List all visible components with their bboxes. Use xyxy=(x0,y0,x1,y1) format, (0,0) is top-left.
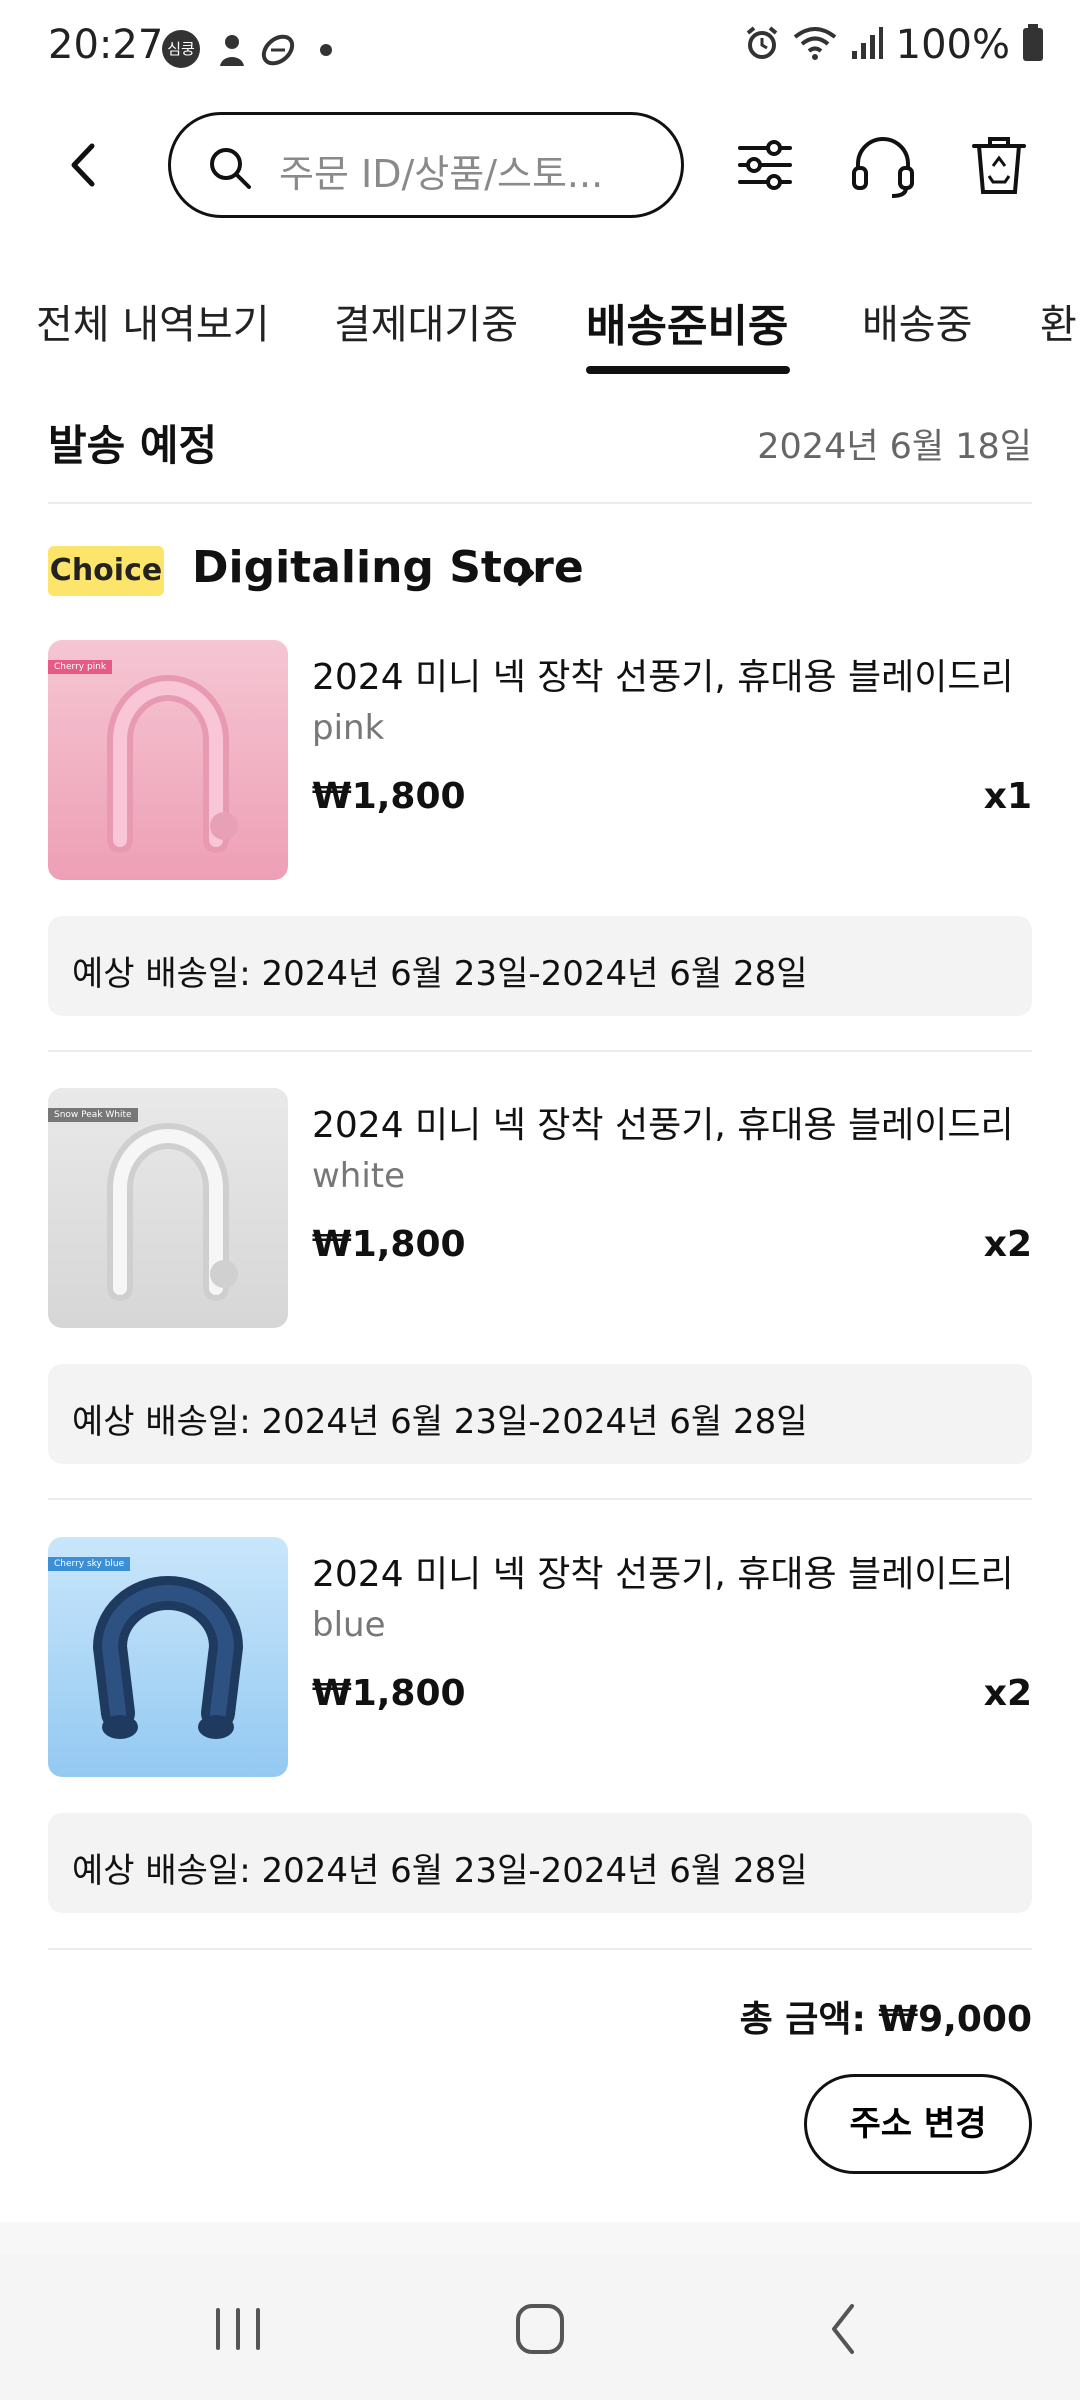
app-notification-icon xyxy=(212,30,252,74)
neck-fan-image xyxy=(92,1576,244,1739)
battery-icon xyxy=(1022,24,1044,66)
search-input[interactable]: 주문 ID/상품/스토... xyxy=(168,112,684,218)
product-quantity: x1 xyxy=(983,776,1032,817)
alarm-icon xyxy=(744,25,780,65)
home-icon xyxy=(516,2304,564,2354)
divider xyxy=(48,1498,1032,1500)
filter-button[interactable] xyxy=(730,130,800,200)
change-address-button[interactable]: 주소 변경 xyxy=(804,2074,1032,2174)
product-image-tag: Cherry pink xyxy=(48,660,113,674)
search-icon xyxy=(210,148,251,189)
more-notifications-icon xyxy=(320,44,332,56)
estimated-delivery: 예상 배송일: 2024년 6월 23일-2024년 6월 28일 xyxy=(48,916,1032,1016)
neck-fan-image xyxy=(107,1123,238,1301)
system-back-icon xyxy=(832,2304,854,2354)
divider xyxy=(48,1948,1032,1950)
section-title: 발송 예정 xyxy=(48,421,218,470)
product-image[interactable]: Cherry sky blue xyxy=(48,1537,288,1777)
recent-apps-icon xyxy=(216,2308,260,2350)
search-header: 주문 ID/상품/스토... xyxy=(0,100,1080,230)
status-time: 20:27 xyxy=(48,22,164,68)
nav-separator xyxy=(0,2222,1080,2254)
choice-badge: Choice xyxy=(48,546,164,596)
signal-icon xyxy=(850,25,884,65)
back-button[interactable] xyxy=(50,130,120,200)
tab-in-delivery[interactable]: 배송중 xyxy=(862,292,972,350)
filter-sliders-icon xyxy=(738,140,792,190)
customer-service-button[interactable] xyxy=(848,130,918,200)
system-back-button[interactable] xyxy=(804,2294,884,2364)
tab-preparing-shipment[interactable]: 배송준비중 xyxy=(586,290,788,354)
divider xyxy=(48,1050,1032,1052)
tab-all-orders[interactable]: 전체 내역보기 xyxy=(36,292,270,350)
product-title[interactable]: 2024 미니 넥 장착 선풍기, 휴대용 블레이드리스 ... xyxy=(312,1545,1012,1597)
chevron-right-icon[interactable] xyxy=(512,556,540,590)
notification-badge: 심쿵 xyxy=(162,30,200,68)
search-placeholder: 주문 ID/상품/스토... xyxy=(279,152,604,196)
product-quantity: x2 xyxy=(983,1673,1032,1714)
product-price: ₩1,800 xyxy=(312,776,466,817)
wifi-icon xyxy=(792,25,838,65)
order-total: 총 금액: ₩9,000 xyxy=(739,1999,1032,2040)
product-price: ₩1,800 xyxy=(312,1673,466,1714)
order-item[interactable]: Snow Peak White 2024 미니 넥 장착 선풍기, 휴대용 블레… xyxy=(0,1088,1080,1518)
tab-awaiting-payment[interactable]: 결제대기중 xyxy=(334,292,518,350)
order-status-tabs: 전체 내역보기 결제대기중 배송준비중 배송중 환 xyxy=(0,270,1080,380)
estimated-delivery: 예상 배송일: 2024년 6월 23일-2024년 6월 28일 xyxy=(48,1813,1032,1913)
tab-refund[interactable]: 환 xyxy=(1040,292,1077,350)
battery-percent: 100% xyxy=(895,22,1010,68)
product-image-tag: Cherry sky blue xyxy=(48,1557,131,1571)
product-variant: blue xyxy=(312,1605,386,1645)
product-price: ₩1,800 xyxy=(312,1224,466,1265)
home-button[interactable] xyxy=(500,2294,580,2364)
estimated-delivery-text: 예상 배송일: 2024년 6월 23일-2024년 6월 28일 xyxy=(72,1851,808,1891)
product-image[interactable]: Cherry pink xyxy=(48,640,288,880)
product-image[interactable]: Snow Peak White xyxy=(48,1088,288,1328)
estimated-delivery-text: 예상 배송일: 2024년 6월 23일-2024년 6월 28일 xyxy=(72,954,808,994)
status-right: 100% xyxy=(744,22,1044,68)
system-navigation-bar xyxy=(0,2254,1080,2400)
product-title[interactable]: 2024 미니 넥 장착 선풍기, 휴대용 블레이드리스 ... xyxy=(312,1096,1012,1148)
active-tab-indicator xyxy=(586,366,790,374)
product-title[interactable]: 2024 미니 넥 장착 선풍기, 휴대용 블레이드리스 ... xyxy=(312,648,1012,700)
recycle-bin-button[interactable] xyxy=(964,130,1034,200)
order-date: 2024년 6월 18일 xyxy=(757,427,1032,467)
estimated-delivery: 예상 배송일: 2024년 6월 23일-2024년 6월 28일 xyxy=(48,1364,1032,1464)
product-variant: white xyxy=(312,1156,406,1196)
back-arrow-icon xyxy=(71,143,95,187)
estimated-delivery-text: 예상 배송일: 2024년 6월 23일-2024년 6월 28일 xyxy=(72,1402,808,1442)
divider xyxy=(48,502,1032,504)
order-item[interactable]: Cherry sky blue 2024 미니 넥 장착 선풍기, 휴대용 블레… xyxy=(0,1537,1080,1967)
headset-icon xyxy=(852,137,914,198)
order-item[interactable]: Cherry pink 2024 미니 넥 장착 선풍기, 휴대용 블레이드리스… xyxy=(0,640,1080,1070)
recent-apps-button[interactable] xyxy=(198,2294,278,2364)
product-image-tag: Snow Peak White xyxy=(48,1108,138,1122)
neck-fan-image xyxy=(107,675,238,853)
status-bar: 20:27 심쿵 100% xyxy=(0,0,1080,100)
trash-icon xyxy=(972,137,1026,194)
product-variant: pink xyxy=(312,708,385,748)
product-quantity: x2 xyxy=(983,1224,1032,1265)
app-notification-icon xyxy=(258,30,298,74)
